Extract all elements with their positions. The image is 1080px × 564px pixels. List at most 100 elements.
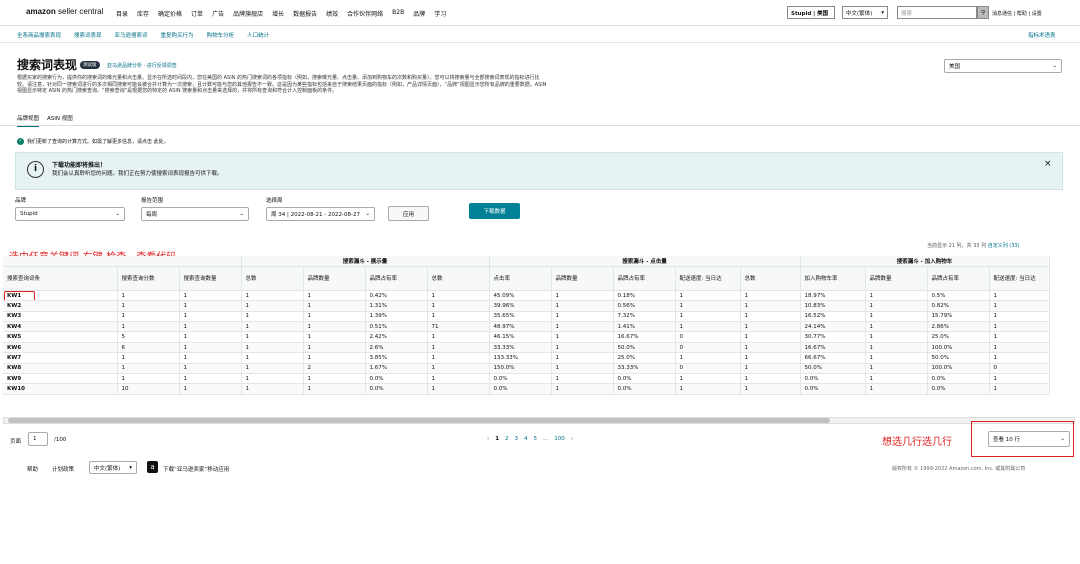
menu-item[interactable]: 合作伙伴网络 [347, 9, 383, 18]
table-cell: 1 [675, 290, 741, 302]
column-header[interactable]: 点击率 [489, 266, 552, 291]
app-download-link[interactable]: 下载“亚马逊卖家”移动应用 [163, 465, 229, 473]
page-link[interactable]: 5 [534, 436, 538, 442]
page-link[interactable]: 100 [554, 436, 565, 442]
amazon-seller-central-logo[interactable]: amazon seller central [26, 7, 103, 16]
subnav-item[interactable]: 搜索词表现 [74, 31, 102, 39]
column-header[interactable]: 品牌占有率 [613, 266, 676, 291]
top-links[interactable]: 消息通信 | 帮助 | 设置 [992, 10, 1042, 17]
page-link[interactable]: 2 [505, 436, 509, 442]
prev-page-icon[interactable]: ‹ [487, 436, 489, 442]
column-header[interactable]: 品牌占有率 [927, 266, 990, 291]
table-row[interactable]: KW6 6 1 1 1 2.6% 1 33.33% 1 50.0% 0 1 16.67% 1 100.0% 1 [3, 342, 1050, 354]
footer-language-select[interactable]: 中文(繁体) ▾ [89, 461, 137, 474]
rows-per-page-select[interactable]: 查看 10 行 ⌄ [988, 431, 1070, 447]
search-query-cell[interactable]: KW6 [3, 342, 118, 354]
brand-select[interactable]: Stupid ⌄ [15, 207, 125, 221]
subnav-item[interactable]: 全系商品搜索表现 [17, 31, 61, 39]
glossary-link[interactable]: 指标术语表 [1028, 31, 1056, 39]
scrollbar-thumb[interactable] [8, 418, 830, 423]
column-header[interactable]: 总数 [427, 266, 490, 291]
table-cell: 0.5% [927, 290, 990, 302]
search-query-cell[interactable]: KW10 [3, 383, 118, 395]
table-cell: 18.97% [800, 290, 866, 302]
page-link[interactable]: 1 [495, 436, 499, 442]
table-row[interactable]: KW4 1 1 1 1 0.51% 71 48.97% 1 1.41% 1 1 24.14% 1 2.86%… [3, 321, 1050, 333]
subnav-item[interactable]: 购物车分析 [207, 31, 235, 39]
apply-button[interactable]: 应用 [388, 206, 429, 221]
brand-analytics-links[interactable]: 亚马逊品牌分析 · 进行反馈调查 [107, 62, 177, 69]
search-query-cell[interactable]: KW9 [3, 373, 118, 385]
table-cell: 1 [303, 321, 366, 333]
table-cell: 1 [675, 321, 741, 333]
page-input[interactable]: 1 [28, 432, 48, 446]
table-row[interactable]: KW7 1 1 1 1 3.85% 1 133.33% 1 25.0% 1 1 66.67% 1 50.0%… [3, 352, 1050, 364]
table-row[interactable]: KW9 1 1 1 1 0.0% 1 0.0% 1 0.0% 1 1 0.0% 1 0.0% 1 [3, 373, 1050, 385]
subnav-item[interactable]: 亚马逊搜索词 [115, 31, 148, 39]
search-query-cell[interactable]: KW2 [3, 300, 118, 312]
table-cell: 1 [675, 311, 741, 323]
download-button[interactable]: 下载数据 [469, 203, 520, 219]
menu-item[interactable]: 增长 [272, 9, 284, 18]
column-header[interactable]: 品牌数量 [551, 266, 614, 291]
account-switcher[interactable]: Stupid | 美国 [787, 6, 835, 19]
help-link[interactable]: 帮助 [27, 465, 38, 473]
column-header[interactable]: 总数 [740, 266, 801, 291]
close-icon[interactable]: × [1044, 159, 1052, 169]
subnav-item[interactable]: 人口统计 [247, 31, 269, 39]
menu-item[interactable]: 品牌 [413, 9, 425, 18]
search-query-cell[interactable]: KW8 [3, 363, 118, 375]
table-row[interactable]: KW5 5 1 1 1 2.42% 1 46.15% 1 16.67% 0 1 30.77% 1 25.0%… [3, 331, 1050, 343]
menu-item[interactable]: 库存 [137, 9, 149, 18]
language-select[interactable]: 中文(繁体) ▾ [842, 6, 888, 19]
policy-link[interactable]: 计划政策 [52, 465, 74, 473]
table-cell: 2 [303, 363, 366, 375]
column-header[interactable]: 总数 [241, 266, 304, 291]
column-header[interactable]: 加入购物车率 [800, 266, 866, 291]
customize-columns-link[interactable]: 自定义列 (33) [988, 243, 1020, 249]
account-label: Stupid | 美国 [791, 10, 829, 17]
menu-item[interactable]: 确定价格 [158, 9, 182, 18]
table-row[interactable]: KW3 1 1 1 1 1.39% 1 35.65% 1 7.32% 1 1 16.52% 1 15.79%… [3, 311, 1050, 323]
banner-title: 下载功能即将推出！ [52, 162, 107, 169]
search-query-cell[interactable]: KW7 [3, 352, 118, 364]
column-header[interactable]: 品牌数量 [303, 266, 366, 291]
column-header[interactable]: 配送速度: 当日达 [989, 266, 1050, 291]
period-select[interactable]: 周 34 | 2022-08-21 - 2022-08-27 ⌄ [266, 207, 375, 221]
search-query-cell[interactable]: KW5 [3, 331, 118, 343]
search-query-cell[interactable]: KW1 [3, 290, 118, 302]
column-header[interactable]: 搜索查询词条 [3, 266, 118, 291]
page-link[interactable]: 3 [515, 436, 519, 442]
table-row[interactable]: KW10 10 1 1 1 0.0% 1 0.0% 1 0.0% 1 1 0.0% 1 0.0% 1 [3, 383, 1050, 395]
table-cell: 1 [551, 383, 614, 395]
table-row[interactable]: KW1 1 1 1 1 0.42% 1 45.09% 1 0.18% 1 1 18.97% 1 0.5% 1 [3, 290, 1050, 302]
column-header[interactable]: 搜索查询数量 [179, 266, 242, 291]
menu-item[interactable]: 学习 [434, 9, 446, 18]
search-query-cell[interactable]: KW3 [3, 311, 118, 323]
column-header[interactable]: 品牌数量 [865, 266, 928, 291]
menu-item[interactable]: 目录 [116, 9, 128, 18]
subnav-item[interactable]: 重复购买行为 [161, 31, 194, 39]
table-row[interactable]: KW2 1 1 1 1 1.31% 1 39.96% 1 0.56% 1 1 10.83% 1 0.82% 1 [3, 300, 1050, 312]
table-row[interactable]: KW8 1 1 1 2 1.67% 1 150.0% 1 33.33% 0 1 50.0% 1 100.0%… [3, 363, 1050, 375]
table-cell: 1 [865, 331, 928, 343]
amazon-app-icon[interactable]: a [147, 461, 158, 473]
table-cell: 35.65% [489, 311, 552, 323]
column-header[interactable]: 品牌占有率 [365, 266, 428, 291]
column-header[interactable]: 配送速度: 当日达 [675, 266, 741, 291]
next-page-icon[interactable]: › [571, 436, 573, 442]
menu-item[interactable]: 绩效 [326, 9, 338, 18]
menu-item[interactable]: 品牌旗舰店 [233, 9, 263, 18]
menu-item[interactable]: B2B [392, 9, 404, 18]
search-icon[interactable]: ⚲ [977, 6, 989, 19]
column-header[interactable]: 搜索查询分数 [117, 266, 180, 291]
search-input[interactable]: 搜索 [897, 6, 977, 19]
page-link[interactable]: 4 [524, 436, 528, 442]
menu-item[interactable]: 数据报告 [293, 9, 317, 18]
menu-item[interactable]: 广告 [212, 9, 224, 18]
marketplace-select[interactable]: 美国 ⌄ [944, 59, 1062, 73]
range-select[interactable]: 每周 ⌄ [141, 207, 249, 221]
search-query-cell[interactable]: KW4 [3, 321, 118, 333]
menu-item[interactable]: 订单 [191, 9, 203, 18]
table-cell: 0.0% [365, 383, 428, 395]
